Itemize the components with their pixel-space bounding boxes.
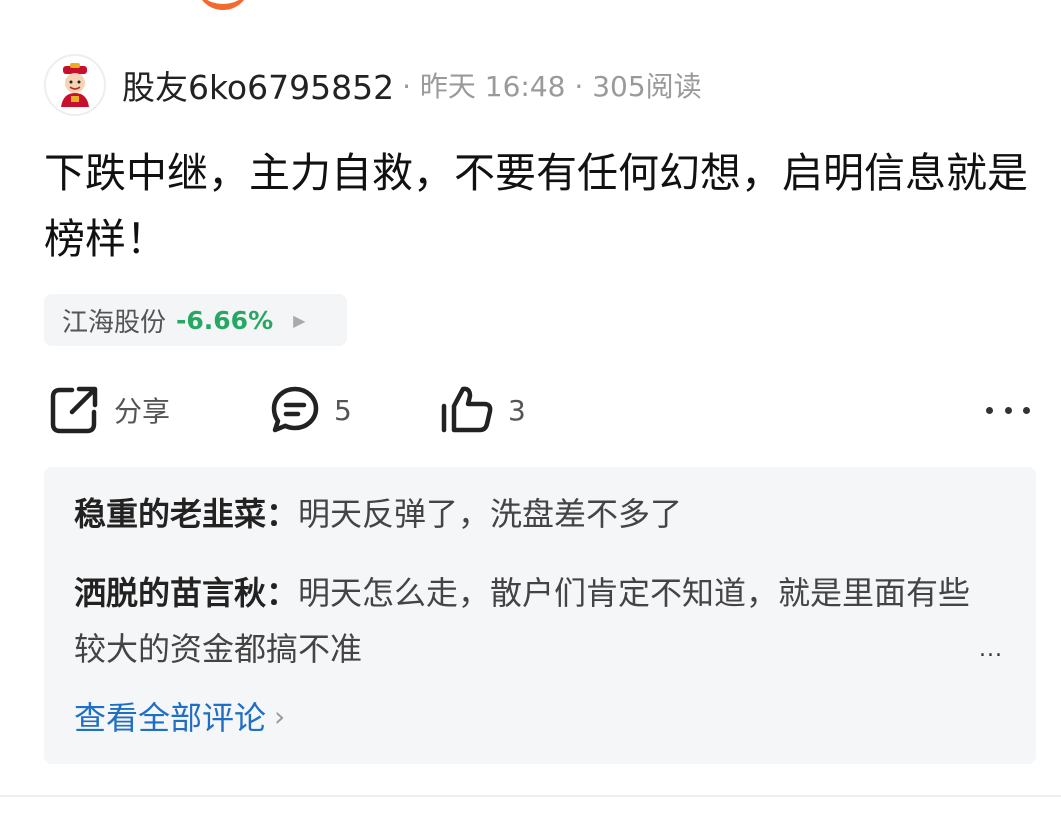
comment-more-ellipsis: ... (979, 637, 1003, 662)
divider (0, 795, 1061, 797)
view-all-label: 查看全部评论 (74, 699, 267, 737)
comment-button[interactable]: 5 (270, 384, 352, 436)
thumbs-up-icon (441, 386, 493, 433)
share-icon (50, 386, 98, 434)
like-button[interactable]: 3 (440, 384, 526, 436)
chevron-right-icon: › (274, 699, 286, 733)
avatar-fortune-god-icon (61, 63, 89, 107)
stock-tag[interactable]: 江海股份 -6.66% ▶ (44, 294, 347, 346)
share-button[interactable]: 分享 (48, 384, 170, 436)
play-right-icon: ▶ (293, 310, 306, 330)
top-loading-arc (196, 0, 250, 10)
comment-text: 明天反弹了，洗盘差不多了 (298, 495, 683, 533)
share-label: 分享 (114, 395, 171, 428)
comment-item[interactable]: 洒脱的苗言秋：明天怎么走，散户们肯定不知道，就是里面有些较大的资金都搞不准 (74, 565, 974, 677)
comment-bubble-icon (271, 386, 319, 433)
more-options-icon[interactable] (986, 396, 1030, 424)
comments-preview: 稳重的老韭菜：明天反弹了，洗盘差不多了 洒脱的苗言秋：明天怎么走，散户们肯定不知… (44, 467, 1036, 764)
stock-change: -6.66% (176, 305, 274, 335)
avatar[interactable] (44, 54, 106, 116)
username[interactable]: 股友6ko6795852 (122, 61, 394, 109)
comment-author: 洒脱的苗言秋： (74, 574, 299, 612)
comment-count: 5 (334, 393, 352, 427)
post-meta: · 昨天 16:48 · 305阅读 (402, 70, 702, 103)
comment-author: 稳重的老韭菜： (74, 495, 299, 533)
stock-name: 江海股份 (62, 307, 167, 338)
post-content: 下跌中继，主力自救，不要有任何幻想，启明信息就是榜样！ (44, 149, 1028, 263)
like-count: 3 (508, 393, 526, 427)
post-header: 股友6ko6795852 · 昨天 16:48 · 305阅读 (44, 53, 702, 117)
comment-item[interactable]: 稳重的老韭菜：明天反弹了，洗盘差不多了 (74, 487, 1004, 541)
view-all-comments-link[interactable]: 查看全部评论 › (74, 693, 285, 739)
